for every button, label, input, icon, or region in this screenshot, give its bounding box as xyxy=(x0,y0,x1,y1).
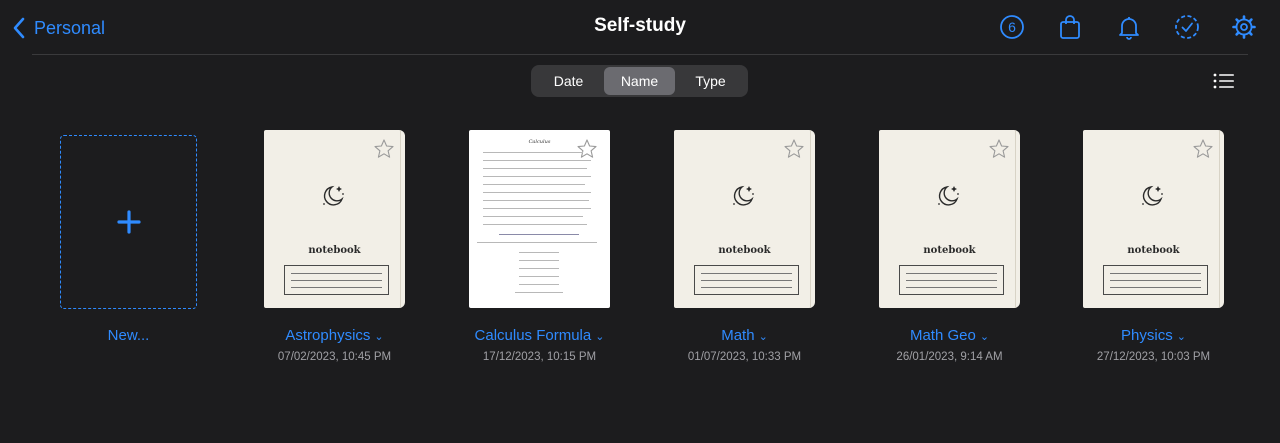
cover-title: notebook xyxy=(718,245,771,256)
chevron-down-icon[interactable]: ⌄ xyxy=(1177,331,1186,343)
sort-option-name[interactable]: Name xyxy=(604,67,675,95)
documents-screen: Personal Self-study 6 Date Name Type New… xyxy=(0,0,1280,443)
chevron-down-icon[interactable]: ⌄ xyxy=(374,331,383,343)
document-name[interactable]: Math ⌄ xyxy=(634,327,855,344)
page-cover[interactable]: Calculus xyxy=(469,130,610,308)
document-date: 17/12/2023, 10:15 PM xyxy=(482,351,597,363)
notebook-cover[interactable]: notebook xyxy=(1083,130,1224,308)
cover-spine xyxy=(810,130,811,308)
cover-label-box xyxy=(899,265,1004,295)
notifications-button[interactable] xyxy=(1114,12,1144,42)
bell-icon xyxy=(1119,17,1139,40)
header-divider xyxy=(32,54,1248,55)
notebook-cover[interactable]: notebook xyxy=(879,130,1020,308)
chevron-down-icon[interactable]: ⌄ xyxy=(980,331,989,343)
document-name[interactable]: Astrophysics ⌄ xyxy=(224,327,445,344)
star-icon[interactable] xyxy=(988,138,1010,160)
star-icon[interactable] xyxy=(373,138,395,160)
cover-title: notebook xyxy=(1127,245,1180,256)
new-document-label[interactable]: New... xyxy=(60,327,197,344)
moon-icon xyxy=(323,185,344,206)
badge-count: 6 xyxy=(1008,19,1016,35)
settings-button[interactable] xyxy=(1229,12,1259,42)
cover-spine xyxy=(1219,130,1220,308)
page-title: Self-study xyxy=(594,15,686,36)
gear-icon xyxy=(1232,15,1256,39)
cover-title: notebook xyxy=(308,245,361,256)
dashed-check-circle-icon xyxy=(1175,15,1199,39)
list-icon[interactable] xyxy=(1212,70,1236,92)
document-date: 26/01/2023, 9:14 AM xyxy=(896,351,1003,363)
page-title-text: Calculus xyxy=(528,139,551,145)
cover-spine xyxy=(1015,130,1016,308)
cover-label-box xyxy=(1103,265,1208,295)
sort-segmented-control: Date Name Type xyxy=(531,65,748,97)
document-name[interactable]: Math Geo ⌄ xyxy=(839,327,1060,344)
new-document-button[interactable] xyxy=(60,135,197,309)
moon-icon xyxy=(733,185,754,206)
sort-option-date[interactable]: Date xyxy=(533,67,604,95)
chevron-down-icon[interactable]: ⌄ xyxy=(759,331,768,343)
moon-icon xyxy=(1142,185,1163,206)
tasks-button[interactable] xyxy=(1172,12,1202,42)
cover-spine xyxy=(400,130,401,308)
document-item: notebook Physics ⌄ 27/12/2023, 10:03 PM xyxy=(1083,130,1280,370)
shop-button[interactable] xyxy=(1055,12,1085,42)
star-icon[interactable] xyxy=(1192,138,1214,160)
document-name[interactable]: Physics ⌄ xyxy=(1043,327,1264,344)
moon-icon xyxy=(938,185,959,206)
badge-button[interactable]: 6 xyxy=(997,12,1027,42)
document-date: 07/02/2023, 10:45 PM xyxy=(277,351,392,363)
notebook-cover[interactable]: notebook xyxy=(674,130,815,308)
sort-option-type[interactable]: Type xyxy=(675,67,746,95)
document-date: 01/07/2023, 10:33 PM xyxy=(687,351,802,363)
document-name[interactable]: Calculus Formula ⌄ xyxy=(429,327,650,344)
top-bar: Personal Self-study 6 xyxy=(0,0,1280,54)
notebook-cover[interactable]: notebook xyxy=(264,130,405,308)
star-icon[interactable] xyxy=(783,138,805,160)
cover-title: notebook xyxy=(923,245,976,256)
document-date: 27/12/2023, 10:03 PM xyxy=(1096,351,1211,363)
cover-label-box xyxy=(284,265,389,295)
shopping-bag-icon xyxy=(1060,15,1080,39)
cover-label-box xyxy=(694,265,799,295)
chevron-down-icon[interactable]: ⌄ xyxy=(595,331,604,343)
plus-icon xyxy=(116,210,141,234)
